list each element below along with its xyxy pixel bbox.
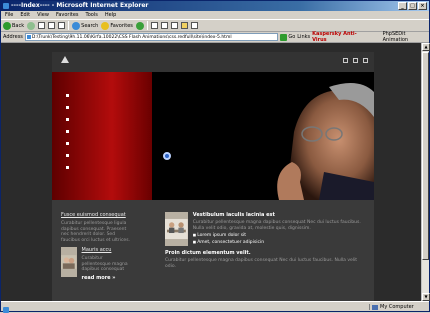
security-zone: My Computer [369,303,429,310]
menu-favorites[interactable]: Favorites [56,11,79,19]
forward-arrow-icon [27,21,36,30]
folder-icon[interactable] [180,22,188,29]
hero-menu-item[interactable] [66,118,69,121]
go-label: Go [288,34,296,40]
search-button[interactable]: Search [72,21,98,31]
forward-button[interactable] [27,21,36,31]
browser-window: ----Index---- - Microsoft Internet Explo… [0,0,430,313]
block1-text: Curabitur pellentesque magna dapibus con… [192,220,361,231]
stop-icon[interactable] [38,22,46,29]
status-bar: My Computer [1,301,429,313]
logo-icon[interactable] [61,56,69,63]
window-title: ----Index---- - Microsoft Internet Explo… [11,2,149,9]
couple-photo [61,247,77,277]
go-button[interactable]: Go [280,33,296,41]
block2-text: Curabitur pellentesque magna dapibus con… [165,258,358,269]
site-header [52,52,374,72]
title-bar: ----Index---- - Microsoft Internet Explo… [1,1,429,11]
toolbar-separator [146,21,148,30]
hero-photo [154,72,374,200]
hero-menu-item[interactable] [66,106,69,109]
right-column: Vestibulum iaculis lacinia est Curabitur… [165,212,365,269]
search-icon [72,21,81,30]
address-input[interactable]: D:\Trunk\Testing\9h.11.06\Kirfa.10022\CS… [24,33,279,41]
go-arrow-icon [280,33,288,41]
vertical-scrollbar[interactable]: ▲ ▼ [421,43,430,301]
kaspersky-link[interactable]: Kaspersky Anti-Virus [312,31,366,43]
hero-menu-item[interactable] [66,154,69,157]
bullet-link-1[interactable]: Lorem ipsum dolor sit [193,233,365,238]
sitemap-nav-icon[interactable] [363,58,368,63]
content-area: Fusce euismod consequat Curabitur pellen… [52,200,374,301]
address-bar: Address D:\Trunk\Testing\9h.11.06\Kirfa.… [1,31,429,43]
edit-icon[interactable] [170,22,178,29]
hero-menu-item[interactable] [66,130,69,133]
hero-menu-panel [52,72,152,200]
read-more-link[interactable]: read more » [82,275,133,281]
slideshow-indicator-icon[interactable] [163,152,171,160]
address-label: Address [3,34,23,40]
mail-nav-icon[interactable] [353,58,358,63]
office-photo [165,212,188,246]
item-text: Curabitur pellentesque magna dapibus con… [81,256,128,272]
page-viewport: Fusce euismod consequat Curabitur pellen… [1,43,421,301]
left-column-text: Curabitur pellentesque ligula dapibus co… [61,221,130,243]
block1-title: Vestibulum iaculis lacinia est [192,212,275,218]
refresh-icon[interactable] [48,22,56,29]
hero-banner [52,72,374,200]
scroll-down-icon[interactable]: ▼ [422,293,430,301]
menu-help[interactable]: Help [105,11,116,19]
hero-menu-item[interactable] [66,94,69,97]
scroll-up-icon[interactable]: ▲ [422,43,430,51]
block2-title: Proin dictum elementum velit. [165,250,251,256]
back-button[interactable]: Back [3,21,24,31]
scroll-thumb[interactable] [422,52,429,260]
website: Fusce euismod consequat Curabitur pellen… [52,52,374,301]
hero-menu-item[interactable] [66,166,69,169]
links-label[interactable]: Links [297,34,310,40]
item-title-link[interactable]: Mauris accu [82,247,133,253]
menu-bar: File Edit View Favorites Tools Help [1,11,429,20]
menu-edit[interactable]: Edit [20,11,30,19]
back-arrow-icon [3,21,11,30]
links-area: Links Kaspersky Anti-Virus PhpSEDit Anim… [297,31,429,43]
menu-view[interactable]: View [37,11,49,19]
back-label: Back [12,22,25,29]
home-icon[interactable] [58,22,66,29]
print-icon[interactable] [160,22,168,29]
favorites-label: Favorites [110,22,133,29]
hero-menu-item[interactable] [66,142,69,145]
ie-icon [3,3,9,9]
left-column-link[interactable]: Fusce euismod consequat [61,212,133,218]
search-label: Search [81,22,99,29]
maximize-button[interactable]: □ [408,2,417,10]
messenger-icon[interactable] [190,22,198,29]
close-button[interactable]: × [418,2,427,10]
favorites-button[interactable]: Favorites [101,21,133,31]
minimize-button[interactable]: _ [398,2,407,10]
mail-icon[interactable] [150,22,158,29]
toolbar-separator [68,21,70,30]
media-icon[interactable] [135,21,144,30]
star-icon [101,21,110,30]
left-column: Fusce euismod consequat Curabitur pellen… [61,212,133,281]
addon-button[interactable]: PhpSEDit Animation [383,31,429,43]
menu-tools[interactable]: Tools [86,11,98,19]
bullet-link-2[interactable]: Amet, consectetuer adipisicin [193,240,365,245]
home-nav-icon[interactable] [343,58,348,63]
menu-file[interactable]: File [5,11,13,19]
